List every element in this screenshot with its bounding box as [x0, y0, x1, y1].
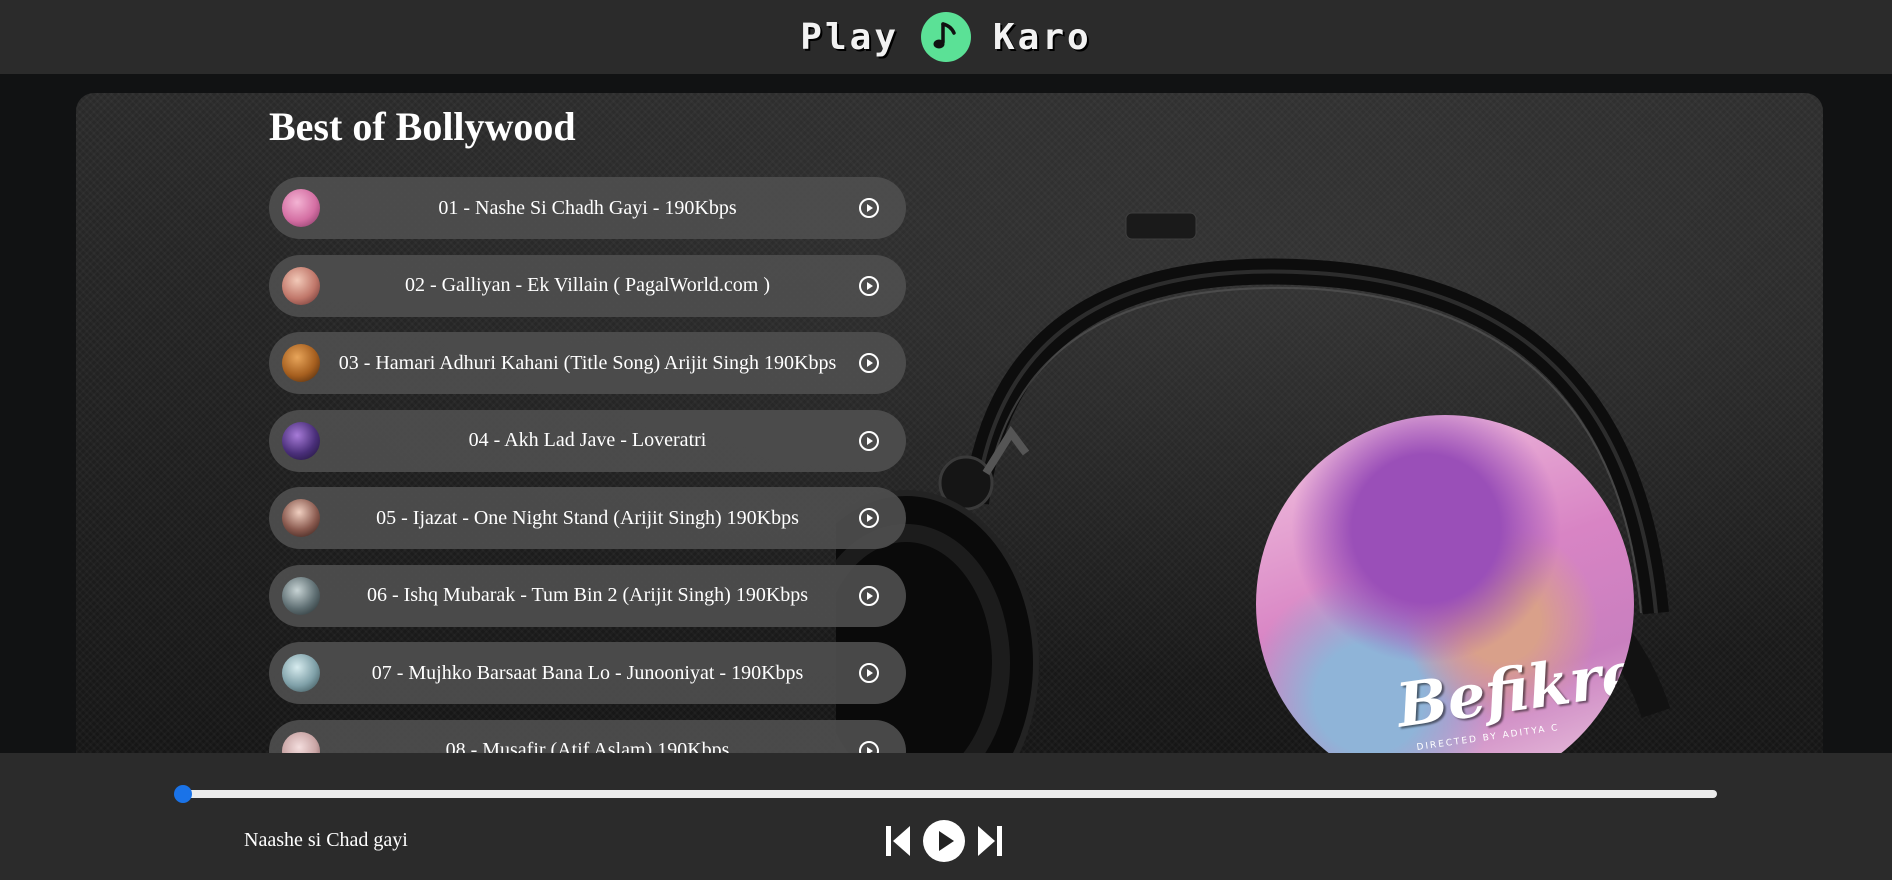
song-list: 01 - Nashe Si Chadh Gayi - 190Kbps 02 - …	[269, 177, 906, 753]
main-panel: Befikre DIRECTED BY ADITYA C Best of Bol…	[76, 93, 1823, 753]
playlist-title: Best of Bollywood	[269, 104, 576, 149]
song-thumbnail	[282, 499, 320, 537]
play-circle-icon[interactable]	[858, 662, 880, 684]
play-circle-icon[interactable]	[858, 197, 880, 219]
song-title: 04 - Akh Lad Jave - Loveratri	[468, 429, 707, 451]
song-title: 08 - Musafir (Atif Aslam) 190Kbps	[445, 739, 730, 753]
song-thumbnail	[282, 731, 320, 753]
song-thumbnail	[282, 576, 320, 615]
song-item-04[interactable]: 04 - Akh Lad Jave - Loveratri	[269, 409, 906, 472]
brand-name-play: Play	[800, 16, 899, 58]
previous-icon[interactable]	[884, 824, 912, 858]
song-title: 03 - Hamari Adhuri Kahani (Title Song) A…	[338, 351, 837, 374]
player-bar: Naashe si Chad gayi	[0, 753, 1892, 880]
playback-controls	[884, 819, 1004, 863]
song-item-06[interactable]: 06 - Ishq Mubarak - Tum Bin 2 (Arijit Si…	[269, 564, 906, 627]
song-item-05[interactable]: 05 - Ijazat - One Night Stand (Arijit Si…	[269, 487, 906, 549]
song-thumbnail	[282, 421, 320, 460]
song-item-01[interactable]: 01 - Nashe Si Chadh Gayi - 190Kbps	[269, 177, 906, 239]
song-title: 05 - Ijazat - One Night Stand (Arijit Si…	[376, 506, 799, 529]
song-thumbnail	[282, 654, 320, 692]
song-thumbnail	[282, 189, 320, 227]
play-circle-icon[interactable]	[858, 352, 880, 374]
song-item-02[interactable]: 02 - Galliyan - Ek Villain ( PagalWorld.…	[269, 254, 906, 317]
song-item-07[interactable]: 07 - Mujhko Barsaat Bana Lo - Junooniyat…	[269, 642, 906, 704]
song-title: 07 - Mujhko Barsaat Bana Lo - Junooniyat…	[371, 661, 804, 684]
now-playing-title: Naashe si Chad gayi	[244, 829, 408, 851]
song-thumbnail	[282, 344, 320, 382]
play-circle-icon[interactable]	[858, 585, 880, 607]
play-circle-icon[interactable]	[858, 275, 880, 297]
music-note-icon[interactable]	[921, 12, 971, 62]
play-circle-icon[interactable]	[858, 740, 880, 754]
play-circle-icon[interactable]	[858, 430, 880, 452]
play-icon[interactable]	[922, 819, 966, 863]
song-item-03[interactable]: 03 - Hamari Adhuri Kahani (Title Song) A…	[269, 332, 906, 394]
progress-bar[interactable]	[174, 785, 1717, 803]
song-title: 06 - Ishq Mubarak - Tum Bin 2 (Arijit Si…	[366, 584, 809, 606]
navbar: Play Karo	[0, 0, 1892, 74]
song-title: 01 - Nashe Si Chadh Gayi - 190Kbps	[438, 196, 737, 219]
progress-thumb[interactable]	[174, 785, 192, 803]
song-item-08[interactable]: 08 - Musafir (Atif Aslam) 190Kbps	[269, 719, 906, 754]
song-thumbnail	[282, 266, 320, 305]
next-icon[interactable]	[976, 824, 1004, 858]
song-title: 02 - Galliyan - Ek Villain ( PagalWorld.…	[404, 274, 771, 296]
play-circle-icon[interactable]	[858, 507, 880, 529]
brand-name-karo: Karo	[993, 16, 1092, 58]
